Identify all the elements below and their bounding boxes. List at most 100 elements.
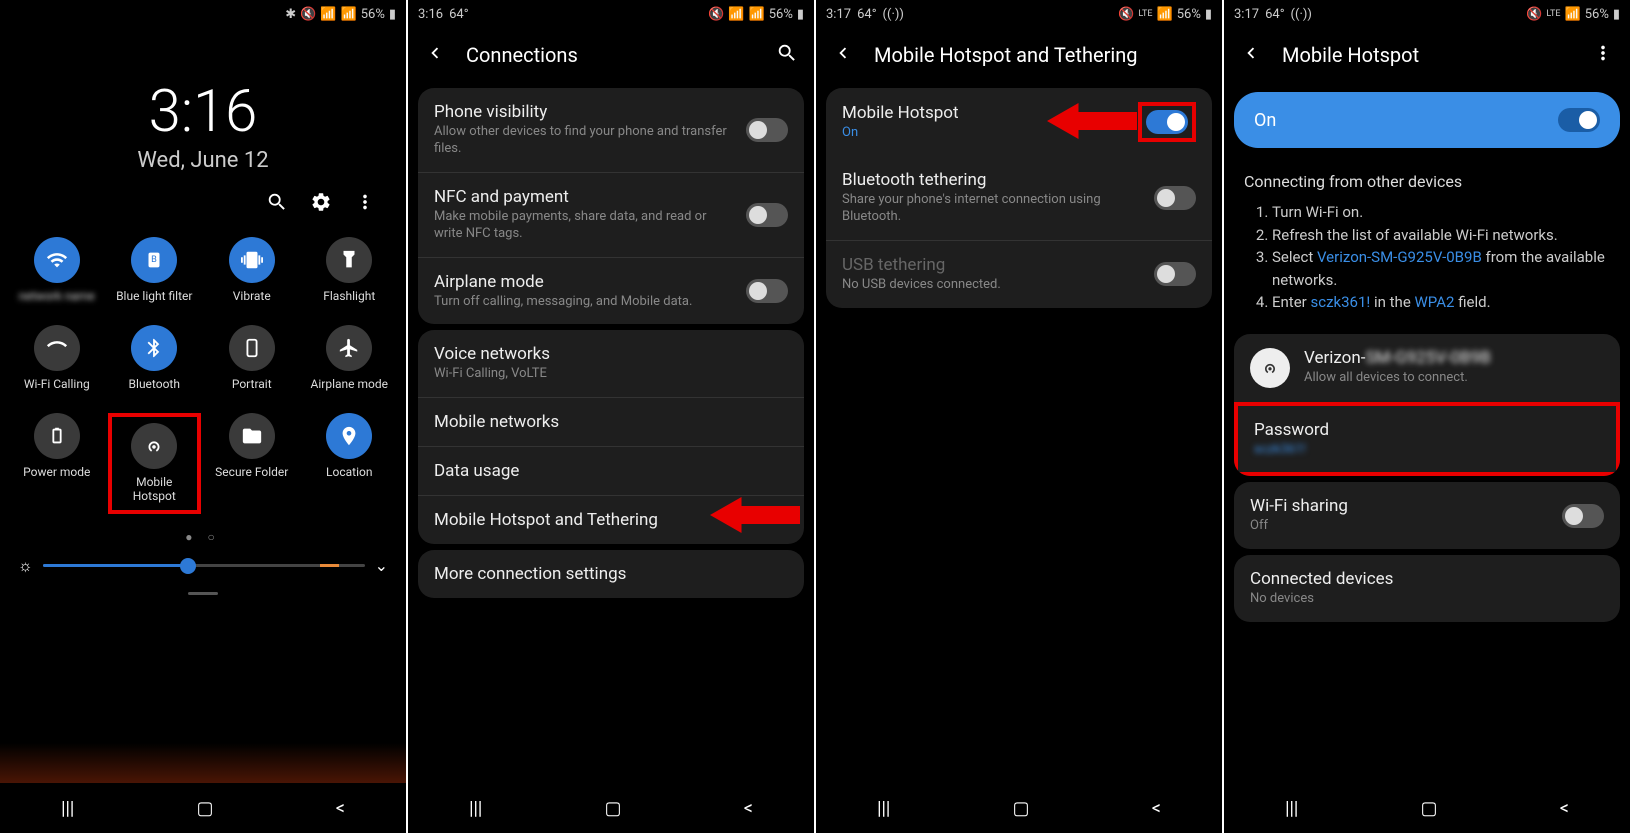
on-toggle[interactable] [1558,108,1600,132]
network-name: Verizon- [1304,348,1365,368]
qs-label: Location [326,465,372,493]
setting-row[interactable]: NFC and paymentMake mobile payments, sha… [418,172,804,257]
clock-time: 3:16 [0,78,406,146]
brightness-icon: ☼ [18,556,33,576]
home-button[interactable]: ▢ [196,798,213,819]
instructions-title: Connecting from other devices [1244,172,1610,191]
wificall-icon [34,325,80,371]
setting-row[interactable]: Mobile networks [418,397,804,446]
setting-row[interactable]: USB tetheringNo USB devices connected. [826,240,1212,308]
search-icon[interactable] [776,42,798,68]
qs-tile-bluetooth[interactable]: Bluetooth [108,325,202,405]
svg-text:B: B [151,255,157,265]
back-button[interactable]: < [744,798,753,819]
more-icon[interactable] [1592,42,1614,68]
toggle[interactable] [746,279,788,303]
setting-row[interactable]: Bluetooth tetheringShare your phone's in… [826,156,1212,240]
home-button[interactable]: ▢ [1420,798,1437,819]
location-icon [326,413,372,459]
brightness-slider[interactable] [43,564,365,567]
setting-row[interactable]: Airplane modeTurn off calling, messaging… [418,257,804,325]
hotspot-icon [131,423,177,469]
qs-label: network name [19,289,95,317]
power-icon [34,413,80,459]
setting-row[interactable]: Voice networksWi-Fi Calling, VoLTE [418,330,804,397]
status-bar: 3:1764°((·)) 🔇LTE📶56%▮ [816,0,1222,28]
highlight-arrow [710,490,800,540]
qs-tile-location[interactable]: Location [303,413,397,514]
qs-tile-flashlight[interactable]: Flashlight [303,237,397,317]
vibrate-icon [229,237,275,283]
instruction-step: Turn Wi-Fi on. [1272,201,1610,224]
page-title: Mobile Hotspot and Tethering [874,43,1206,67]
network-sub: Allow all devices to connect. [1304,370,1604,387]
quick-settings-screen: ✱ 🔇 📶 📶 56% ▮ 3:16 Wed, June 12 network … [0,0,408,833]
back-button[interactable]: < [1560,798,1569,819]
recent-button[interactable]: ||| [877,798,890,819]
recent-button[interactable]: ||| [469,798,482,819]
qs-tile-airplane[interactable]: Airplane mode [303,325,397,405]
status-bar: 3:1764°((·)) 🔇LTE📶56%▮ [1224,0,1630,28]
network-name-blur: SM-G925V-0B9B [1365,348,1490,368]
qs-tile-portrait[interactable]: Portrait [205,325,299,405]
back-icon[interactable] [1240,42,1262,68]
toggle[interactable] [746,203,788,227]
qs-tile-power[interactable]: Power mode [10,413,104,514]
bluelight-icon: B [131,237,177,283]
on-label: On [1254,110,1276,131]
setting-row[interactable]: Mobile HotspotOn [826,88,1212,156]
folder-icon [229,413,275,459]
setting-row[interactable]: More connection settings [418,550,804,598]
toggle[interactable] [1154,186,1196,210]
chevron-down-icon[interactable]: ⌄ [375,556,388,575]
toggle[interactable] [1154,262,1196,286]
flashlight-icon [326,237,372,283]
recent-button[interactable]: ||| [1285,798,1298,819]
toggle[interactable] [746,118,788,142]
panel-handle[interactable] [188,592,218,595]
qs-label: Vibrate [233,289,271,317]
back-icon[interactable] [424,42,446,68]
bluetooth-icon [131,325,177,371]
mute-icon: 🔇 [300,7,316,22]
wallpaper [0,743,406,783]
qs-tile-bluelight[interactable]: BBlue light filter [108,237,202,317]
on-toggle-bar[interactable]: On [1234,92,1620,148]
qs-label: Mobile Hotspot [114,475,196,504]
back-button[interactable]: < [336,798,345,819]
nav-bar: ||| ▢ < [408,783,814,833]
qs-tile-wifi[interactable]: network name [10,237,104,317]
wifi-icon: 📶 [320,7,336,22]
wifi-sharing-row[interactable]: Wi-Fi sharing Off [1234,482,1620,549]
qs-tile-folder[interactable]: Secure Folder [205,413,299,514]
instruction-step: Enter sczk361! in the WPA2 field. [1272,291,1610,314]
password-value: sczk361! [1254,442,1600,459]
instruction-step: Refresh the list of available Wi-Fi netw… [1272,224,1610,247]
password-row[interactable]: Password sczk361! [1234,402,1620,477]
password-label: Password [1254,420,1600,440]
recent-button[interactable]: ||| [61,798,74,819]
qs-label: Power mode [23,465,90,493]
bluetooth-icon: ✱ [285,7,296,22]
more-icon[interactable] [354,191,376,217]
signal-icon: 📶 [341,7,357,22]
nav-bar: ||| ▢ < [816,783,1222,833]
wifi-sharing-toggle[interactable] [1562,504,1604,528]
back-button[interactable]: < [1152,798,1161,819]
qs-tile-hotspot[interactable]: Mobile Hotspot [108,413,202,514]
airplane-icon [326,325,372,371]
qs-tile-vibrate[interactable]: Vibrate [205,237,299,317]
qs-label: Airplane mode [311,377,388,405]
setting-row[interactable]: Phone visibilityAllow other devices to f… [418,88,804,172]
toggle[interactable] [1146,110,1188,134]
qs-tile-wificall[interactable]: Wi-Fi Calling [10,325,104,405]
setting-row[interactable]: Data usage [418,446,804,495]
gear-icon[interactable] [310,191,332,217]
hotspot-status-icon: ((·)) [1291,7,1312,22]
back-icon[interactable] [832,42,854,68]
home-button[interactable]: ▢ [1012,798,1029,819]
connected-devices-row[interactable]: Connected devices No devices [1234,555,1620,622]
network-row[interactable]: Verizon-SM-G925V-0B9B Allow all devices … [1234,334,1620,402]
home-button[interactable]: ▢ [604,798,621,819]
search-icon[interactable] [266,191,288,217]
